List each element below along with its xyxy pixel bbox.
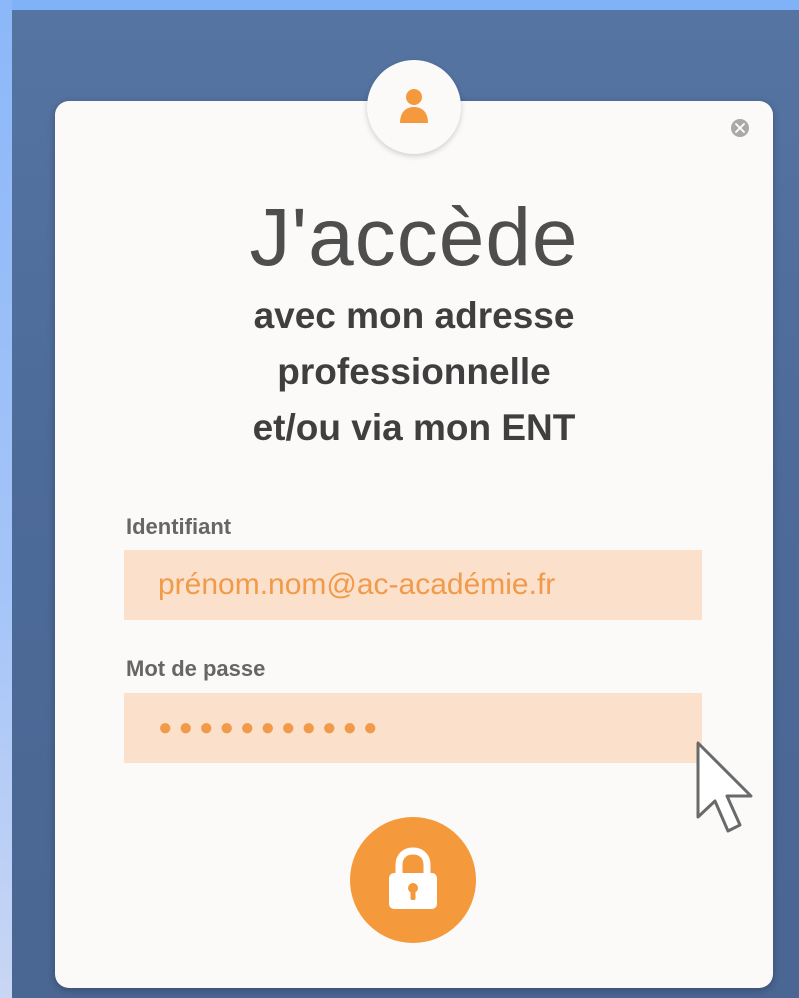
lock-icon xyxy=(389,847,437,909)
close-icon xyxy=(735,123,745,133)
mouse-cursor-icon xyxy=(696,741,753,833)
subtitle-line: professionnelle xyxy=(277,351,551,392)
close-button[interactable] xyxy=(731,119,749,137)
left-edge-strip xyxy=(0,0,12,998)
username-field[interactable] xyxy=(124,550,702,620)
page-title: J'accède xyxy=(249,192,579,283)
user-icon xyxy=(400,89,428,123)
subtitle-line: avec mon adresse xyxy=(253,295,575,336)
password-label: Mot de passe xyxy=(126,656,266,681)
subtitle-line: et/ou via mon ENT xyxy=(252,407,576,448)
login-submit-button[interactable] xyxy=(350,817,476,943)
username-label: Identifiant xyxy=(126,514,232,539)
screen: J'accède avec mon adresse professionnell… xyxy=(0,0,799,998)
login-subtitle: avec mon adresse professionnelle et/ou v… xyxy=(55,288,773,456)
password-field[interactable]: ●●●●●●●●●●● xyxy=(124,693,702,763)
avatar-badge xyxy=(367,60,461,154)
